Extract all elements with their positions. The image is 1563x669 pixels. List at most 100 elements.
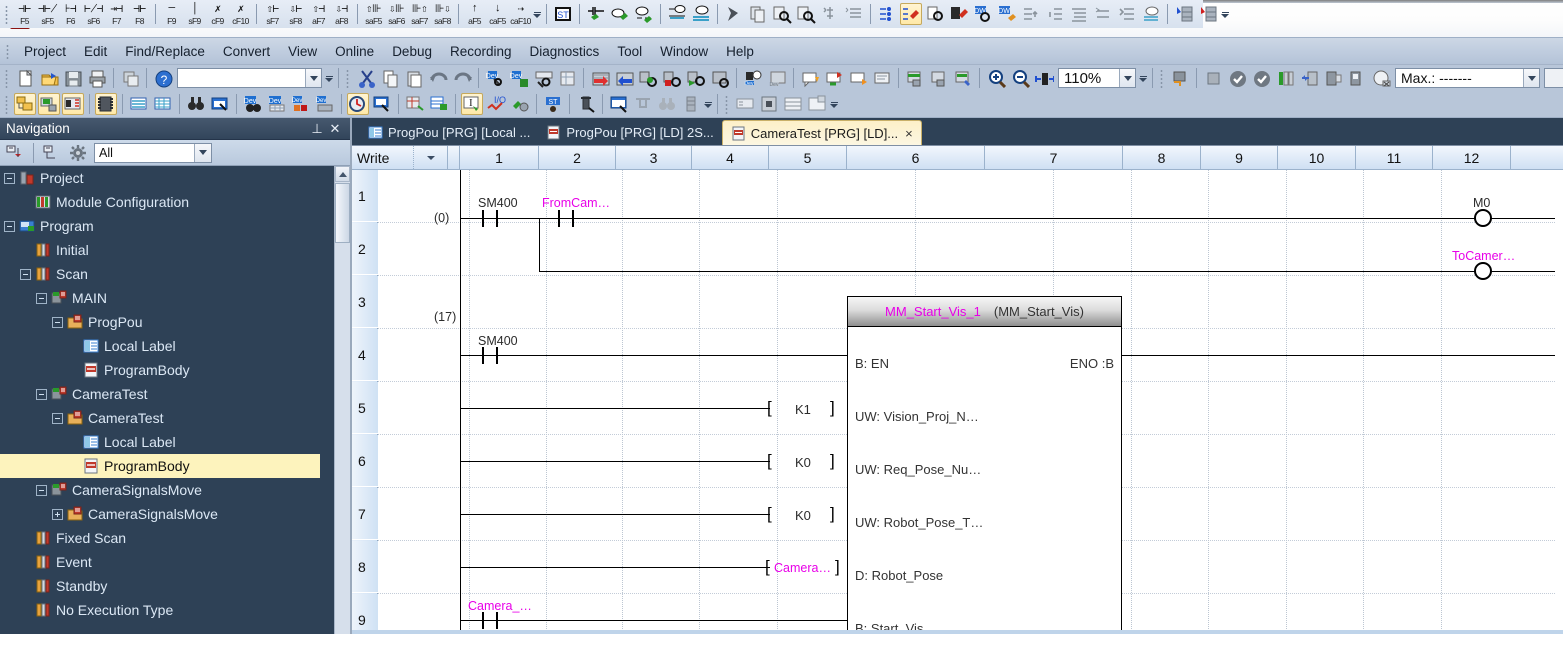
label-display-icon[interactable] xyxy=(823,67,845,89)
cancel-print-icon[interactable] xyxy=(1370,67,1392,89)
row-number-6[interactable]: 6 xyxy=(352,435,378,487)
column-header-1[interactable]: 1 xyxy=(460,146,539,169)
display-compile-icon[interactable] xyxy=(904,67,926,89)
print-window-icon[interactable] xyxy=(1346,67,1368,89)
tree-scrollbar[interactable] xyxy=(334,166,350,634)
row-number-1[interactable]: 1 xyxy=(352,170,378,222)
collapse-minus-icon[interactable] xyxy=(52,413,63,424)
align-list-icon[interactable] xyxy=(1068,3,1090,25)
collapse-minus-icon[interactable] xyxy=(36,485,47,496)
ladder-symbol-cf10[interactable]: ✗cF10 xyxy=(229,1,252,27)
check2-icon[interactable] xyxy=(1250,67,1272,89)
tree-item-local-label[interactable]: Local Label xyxy=(0,334,336,358)
close-tab-icon[interactable]: × xyxy=(905,126,913,141)
settings-gear-icon[interactable] xyxy=(67,142,89,164)
search-combo[interactable] xyxy=(177,68,322,88)
tree-item-module-configuration[interactable]: Module Configuration xyxy=(0,190,336,214)
find-rung-icon[interactable] xyxy=(771,3,793,25)
device-memory-icon[interactable] xyxy=(152,93,174,115)
ladder-symbol-saf7[interactable]: ⊪⇧saF7 xyxy=(408,1,431,27)
list-view-icon[interactable] xyxy=(734,93,756,115)
ladder-canvas[interactable]: 123456789 SM400 FromCam… M0 xyxy=(352,170,1563,634)
st-inline-icon[interactable]: ST xyxy=(552,3,574,25)
contact-sm400[interactable] xyxy=(482,210,504,227)
tree-item-main[interactable]: MAIN xyxy=(0,286,336,310)
tool-option-icon[interactable] xyxy=(509,93,531,115)
collapse-tree-icon[interactable] xyxy=(4,142,26,164)
device-use-icon[interactable] xyxy=(428,93,450,115)
document-tab-2[interactable]: CameraTest [PRG] [LD]...× xyxy=(722,120,922,145)
dwg-edit-icon[interactable]: DW xyxy=(996,3,1018,25)
print-icon[interactable] xyxy=(86,67,108,89)
row-number-5[interactable]: 5 xyxy=(352,382,378,434)
contact-sm400-2[interactable] xyxy=(482,347,504,364)
contact-camera[interactable] xyxy=(482,612,504,629)
ladder-symbol-f8[interactable]: ⊣⊢F8 xyxy=(128,1,151,27)
cut-icon[interactable] xyxy=(355,67,377,89)
scroll-up-button[interactable] xyxy=(335,166,350,182)
flow-view-icon[interactable] xyxy=(876,3,898,25)
menu-help[interactable]: Help xyxy=(717,41,763,62)
project-tree[interactable]: ProjectModule ConfigurationProgramInitia… xyxy=(0,166,350,634)
ladder-symbol-cf9[interactable]: ✗cF9 xyxy=(206,1,229,27)
pin-icon[interactable]: ⊥ xyxy=(308,121,326,137)
grid-view-icon[interactable] xyxy=(758,93,780,115)
collapse-minus-icon[interactable] xyxy=(52,317,63,328)
toolbar-overflow-button[interactable] xyxy=(1220,3,1230,25)
ladder-symbol-f6[interactable]: ⊦⊣F6 xyxy=(59,1,82,27)
max-combo[interactable]: Max.: ------- xyxy=(1395,68,1540,88)
row-number-3[interactable]: 3 xyxy=(352,276,378,328)
coil-m0[interactable] xyxy=(1474,209,1492,227)
menu-tool[interactable]: Tool xyxy=(608,41,651,62)
forward-icon[interactable] xyxy=(1322,67,1344,89)
row-number-9[interactable]: 9 xyxy=(352,594,378,634)
insert-col-icon[interactable] xyxy=(690,3,712,25)
collapse-list-icon[interactable] xyxy=(1092,3,1114,25)
menu-view[interactable]: View xyxy=(279,41,326,62)
edit-line-icon[interactable] xyxy=(609,3,631,25)
ladder-symbol-saf8[interactable]: ⊪⇩saF8 xyxy=(431,1,454,27)
module-list-icon[interactable] xyxy=(1274,67,1296,89)
tree-item-scan[interactable]: Scan xyxy=(0,262,336,286)
tree-item-fixed-scan[interactable]: Fixed Scan xyxy=(0,526,336,550)
ladder-symbol-sf7[interactable]: ⇧⊢sF7 xyxy=(261,1,284,27)
indent-right-icon[interactable] xyxy=(1020,3,1042,25)
help-icon[interactable]: ? xyxy=(152,67,174,89)
tree-item-initial[interactable]: Initial xyxy=(0,238,336,262)
ladder-symbol-f5[interactable]: ⊣⊢F5 xyxy=(13,1,36,27)
align-binocular-icon[interactable] xyxy=(656,93,678,115)
dev-find-icon[interactable]: Dev xyxy=(242,93,264,115)
column-header-3[interactable]: 3 xyxy=(616,146,692,169)
stop-icon[interactable] xyxy=(1202,67,1224,89)
expand-plus-icon[interactable] xyxy=(52,509,63,520)
window-find-icon[interactable] xyxy=(608,93,630,115)
function-block-mm-start-vis[interactable]: MM_Start_Vis_1 (MM_Start_Vis) B: EN ENO … xyxy=(847,296,1122,634)
menu-find-replace[interactable]: Find/Replace xyxy=(116,41,214,62)
unit-icon[interactable] xyxy=(575,93,597,115)
menu-convert[interactable]: Convert xyxy=(214,41,279,62)
edit-mode-dropdown[interactable] xyxy=(414,146,448,169)
ladder-symbol-sf9[interactable]: │sF9 xyxy=(183,1,206,27)
undo-icon[interactable] xyxy=(427,67,449,89)
save-icon[interactable] xyxy=(62,67,84,89)
ladder-symbol-caf10[interactable]: ⇢caF10 xyxy=(509,1,532,27)
chevron-down-icon[interactable] xyxy=(1523,69,1539,87)
zoom-out-icon[interactable] xyxy=(1009,67,1031,89)
chevron-down-icon[interactable] xyxy=(1119,69,1135,87)
back-icon[interactable] xyxy=(1298,67,1320,89)
display-monitor-icon[interactable] xyxy=(928,67,950,89)
align-top-icon[interactable] xyxy=(632,93,654,115)
toolbar-overflow-button[interactable] xyxy=(324,67,334,89)
flow-edit-icon[interactable] xyxy=(900,3,922,25)
collapse-minus-icon[interactable] xyxy=(20,269,31,280)
verify-plc-icon[interactable] xyxy=(637,67,659,89)
menu-debug[interactable]: Debug xyxy=(383,41,441,62)
new-file-icon[interactable] xyxy=(14,67,36,89)
tree-item-local-label[interactable]: Local Label xyxy=(0,430,336,454)
ladder-symbol-f9[interactable]: ─F9 xyxy=(160,1,183,27)
tree-item-programbody[interactable]: ProgramBody xyxy=(0,358,336,382)
monitor-stop-icon[interactable] xyxy=(709,67,731,89)
menu-diagnostics[interactable]: Diagnostics xyxy=(521,41,609,62)
toolbar-overflow-button[interactable] xyxy=(532,3,542,25)
toolbar-overflow-button[interactable] xyxy=(1138,67,1148,89)
